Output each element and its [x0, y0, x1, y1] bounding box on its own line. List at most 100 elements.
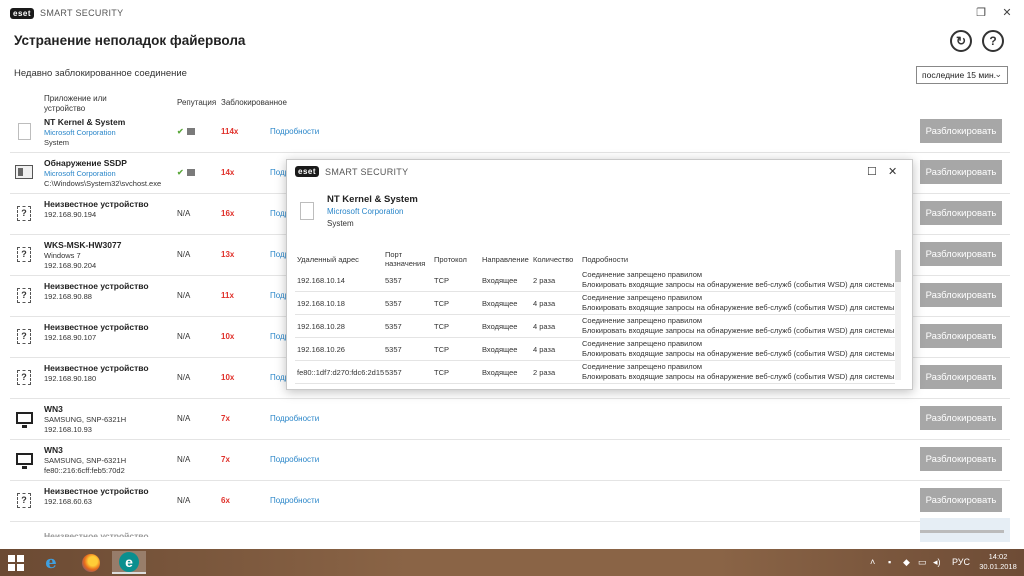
item-name: Неизвестное устройство: [44, 281, 149, 291]
unblock-button[interactable]: Разблокировать: [920, 406, 1002, 430]
unknown-device-icon: ?: [15, 286, 33, 304]
unblock-button[interactable]: Разблокировать: [920, 160, 1002, 184]
firefox-logo: [82, 553, 100, 572]
unblock-button[interactable]: Разблокировать: [920, 365, 1002, 389]
period-select[interactable]: последние 15 мин. ⌄: [916, 66, 1008, 84]
details-link[interactable]: Подробности: [270, 127, 319, 136]
item-name: Неизвестное устройство: [44, 363, 149, 373]
period-selected-value: последние 15 мин.: [922, 70, 997, 80]
details-line2: Блокировать входящие запросы на обнаруже…: [582, 349, 895, 358]
popup-scrollbar-thumb[interactable]: [895, 250, 901, 282]
details-line2: Блокировать входящие запросы на обнаруже…: [582, 280, 895, 289]
count: 4 раза: [533, 345, 556, 354]
unblock-button[interactable]: Разблокировать: [920, 201, 1002, 225]
unknown-device-icon: ?: [15, 327, 33, 345]
tray-app-icon[interactable]: ▪: [888, 557, 891, 567]
table-row[interactable]: 192.168.10.28 5357 TCP Входящее 4 раза С…: [295, 315, 895, 338]
item-reputation: ✔: [177, 168, 195, 177]
details-line1: Соединение запрещено правилом: [582, 362, 703, 371]
list-item[interactable]: WN3 SAMSUNG, SNP-6321H 192.168.10.93 N/A…: [10, 399, 1010, 440]
service-icon: [15, 163, 33, 181]
item-subtitle: Windows 7: [44, 251, 81, 260]
details-line1: Соединение запрещено правилом: [582, 293, 703, 302]
reputation-value: N/A: [177, 250, 191, 259]
eset-logo: eset: [295, 166, 320, 177]
popup-header-direction: Направление: [482, 255, 529, 264]
popup-header-port-line1: Порт: [385, 250, 403, 259]
item-reputation: N/A: [177, 373, 190, 382]
table-row[interactable]: 192.168.10.14 5357 TCP Входящее 2 раза С…: [295, 269, 895, 292]
list-item[interactable]: NT Kernel & System Microsoft Corporation…: [10, 112, 1010, 153]
item-subtitle[interactable]: Microsoft Corporation: [44, 128, 116, 137]
remote-address: fe80::1df7:d270:fdc6:2d15: [297, 368, 385, 377]
unblock-button[interactable]: Разблокировать: [920, 242, 1002, 266]
item-detail: System: [44, 138, 70, 147]
popup-header-remote: Удаленный адрес: [297, 255, 359, 264]
network-icon[interactable]: ▭: [918, 557, 927, 568]
details-line1: Соединение запрещено правилом: [582, 316, 703, 325]
reputation-value: N/A: [177, 496, 191, 505]
restore-icon[interactable]: ❐: [974, 6, 988, 19]
list-item[interactable]: WN3 SAMSUNG, SNP-6321H fe80::216:6cff:fe…: [10, 440, 1010, 481]
volume-icon[interactable]: ◂): [933, 557, 941, 568]
popup-header-details: Подробности: [582, 255, 629, 264]
clock-time: 14:02: [988, 552, 1008, 561]
item-subtitle: 192.168.90.107: [44, 333, 97, 342]
remote-address: 192.168.10.26: [297, 345, 345, 354]
scrollbar[interactable]: [920, 530, 1004, 533]
reputation-value: N/A: [177, 373, 191, 382]
popup-app-path: System: [327, 219, 354, 228]
ie-glyph: e: [45, 552, 57, 573]
details-link[interactable]: Подробности: [270, 496, 319, 505]
item-subtitle: 192.168.90.88: [44, 292, 92, 301]
item-detail: C:\Windows\System32\svchost.exe: [44, 179, 162, 188]
clock[interactable]: 14:02 30.01.2018: [978, 552, 1018, 572]
details-link[interactable]: Подробности: [270, 455, 319, 464]
reputation-value: N/A: [177, 291, 191, 300]
reputation-value: N/A: [177, 209, 191, 218]
details-link[interactable]: Подробности: [270, 414, 319, 423]
unblock-button[interactable]: Разблокировать: [920, 447, 1002, 471]
item-name: Неизвестное устройство: [44, 486, 149, 496]
tray-shield-icon[interactable]: ◆: [903, 557, 910, 568]
protocol: TCP: [434, 276, 449, 285]
unblock-button[interactable]: Разблокировать: [920, 488, 1002, 512]
item-blocked-count: 7x: [221, 455, 230, 464]
list-item[interactable]: ? Неизвестное устройство 192.168.60.63 N…: [10, 481, 1010, 522]
details-line1: Соединение запрещено правилом: [582, 270, 703, 279]
unblock-button[interactable]: Разблокировать: [920, 283, 1002, 307]
count: 4 раза: [533, 299, 556, 308]
item-name: WKS-MSK-HW3077: [44, 240, 122, 250]
windows-start-icon[interactable]: [8, 555, 24, 571]
internet-explorer-icon[interactable]: e: [34, 551, 68, 574]
chevron-up-icon[interactable]: ˄: [870, 557, 875, 567]
input-language[interactable]: РУС: [952, 557, 970, 567]
eset-icon[interactable]: e: [112, 551, 146, 574]
item-reputation: N/A: [177, 291, 190, 300]
close-icon[interactable]: ✕: [1000, 6, 1014, 19]
popup-header-port-line2: назначения: [385, 259, 426, 268]
table-row[interactable]: fe80::1df7:d270:fdc6:2d15 5357 TCP Входя…: [295, 361, 895, 384]
direction: Входящее: [482, 368, 518, 377]
firefox-icon[interactable]: [74, 551, 108, 574]
column-header-app-line1: Приложение или: [44, 94, 107, 103]
popup-app-company[interactable]: Microsoft Corporation: [327, 207, 403, 216]
item-blocked-count: 16x: [221, 209, 235, 218]
maximize-icon[interactable]: ☐: [867, 165, 877, 178]
partial-list-item: Неизвестное устройство: [44, 531, 149, 537]
details-line2: Блокировать входящие запросы на обнаруже…: [582, 372, 895, 381]
help-icon[interactable]: ?: [982, 30, 1004, 52]
column-header-app: Приложение или устройство: [44, 94, 107, 114]
item-name: Неизвестное устройство: [44, 322, 149, 332]
item-subtitle[interactable]: Microsoft Corporation: [44, 169, 116, 178]
table-row[interactable]: 192.168.10.26 5357 TCP Входящее 4 раза С…: [295, 338, 895, 361]
close-icon[interactable]: ✕: [888, 165, 897, 178]
item-name: WN3: [44, 404, 63, 414]
refresh-icon[interactable]: ↻: [950, 30, 972, 52]
table-row[interactable]: 192.168.10.18 5357 TCP Входящее 4 раза С…: [295, 292, 895, 315]
clock-date: 30.01.2018: [979, 562, 1017, 571]
unblock-button[interactable]: Разблокировать: [920, 324, 1002, 348]
unblock-button[interactable]: Разблокировать: [920, 119, 1002, 143]
app-brand: SMART SECURITY: [40, 8, 124, 18]
popup-scrollbar[interactable]: [895, 250, 901, 380]
